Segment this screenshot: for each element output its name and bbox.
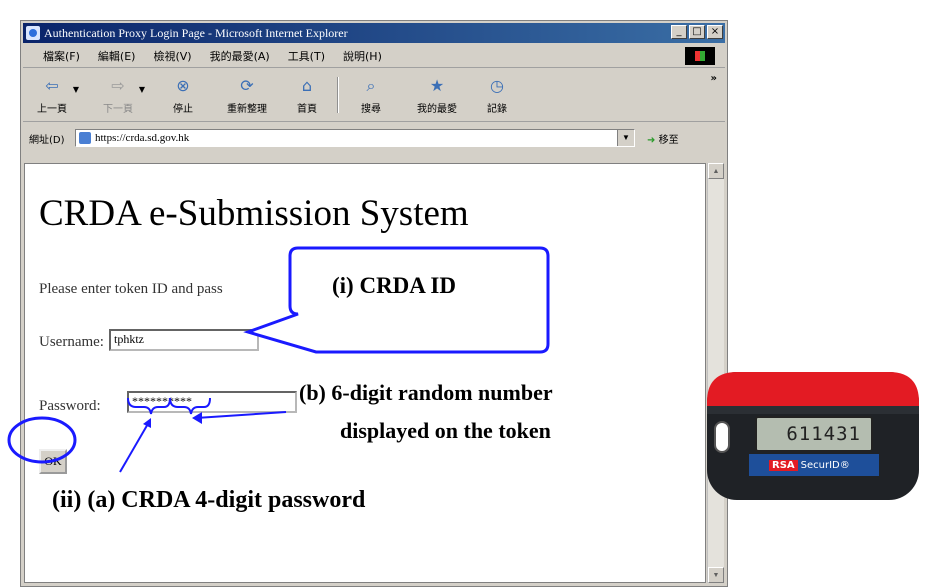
home-icon: ⌂ [301, 76, 313, 95]
page-title: CRDA e-Submission System [39, 193, 469, 234]
token-brand: RSA SecurID® [769, 460, 850, 471]
instruction-text: Please enter token ID and pass [39, 281, 223, 297]
forward-label: 下一頁 [103, 104, 133, 115]
back-button[interactable]: ⇦ 上一頁 ▼ [37, 75, 79, 115]
toolbar-separator [337, 77, 339, 113]
close-button[interactable]: × [707, 25, 723, 39]
title-bar: Authentication Proxy Login Page - Micros… [23, 23, 725, 43]
menu-view[interactable]: 檢視(V) [153, 48, 191, 64]
back-arrow-icon: ⇦ [45, 76, 59, 95]
search-icon: ⌕ [366, 76, 376, 95]
page-content: CRDA e-Submission System Please enter to… [24, 163, 706, 583]
scroll-down-icon[interactable]: ▼ [708, 567, 724, 583]
minimize-button[interactable]: _ [671, 25, 687, 39]
favorites-button[interactable]: ★ 我的最愛 [417, 75, 457, 115]
token-number-annotation-line2: displayed on the token [340, 418, 551, 443]
back-dropdown-icon[interactable]: ▼ [73, 85, 79, 94]
crda-password-annotation: (ii) (a) CRDA 4-digit password [52, 487, 366, 513]
stop-button[interactable]: ⊗ 停止 [171, 75, 195, 115]
crda-id-annotation: (i) CRDA ID [332, 273, 456, 298]
window-title: Authentication Proxy Login Page - Micros… [44, 25, 348, 40]
address-dropdown-icon[interactable]: ▼ [617, 130, 634, 146]
password-label: Password: [39, 398, 101, 414]
rsa-securid-token: 611431 RSA SecurID® [703, 362, 930, 510]
refresh-icon: ⟳ [240, 76, 254, 95]
menu-edit[interactable]: 編輯(E) [98, 48, 136, 64]
history-button[interactable]: ◷ 記錄 [485, 75, 509, 115]
token-display: 611431 [755, 416, 873, 452]
ie-icon [26, 26, 40, 40]
home-label: 首頁 [297, 104, 317, 115]
stop-icon: ⊗ [176, 76, 190, 95]
search-label: 搜尋 [361, 104, 381, 115]
scroll-up-icon[interactable]: ▲ [708, 163, 724, 179]
back-label: 上一頁 [37, 104, 67, 115]
windows-logo-icon [685, 47, 715, 65]
maximize-button[interactable]: □ [689, 25, 705, 39]
history-label: 記錄 [487, 104, 507, 115]
favorites-icon: ★ [429, 76, 445, 95]
menu-tools[interactable]: 工具(T) [288, 48, 325, 64]
refresh-button[interactable]: ⟳ 重新整理 [227, 75, 267, 115]
ok-button[interactable]: OK [39, 449, 67, 474]
forward-arrow-icon: ⇨ [111, 76, 125, 95]
home-button[interactable]: ⌂ 首頁 [295, 75, 319, 115]
menu-favorites[interactable]: 我的最愛(A) [210, 48, 270, 64]
forward-button[interactable]: ⇨ 下一頁 ▼ [103, 75, 145, 115]
menu-bar: 檔案(F) 編輯(E) 檢視(V) 我的最愛(A) 工具(T) 說明(H) [23, 45, 725, 68]
go-label: 移至 [658, 134, 679, 146]
search-button[interactable]: ⌕ 搜尋 [359, 75, 383, 115]
favorites-label: 我的最愛 [417, 104, 457, 115]
toolbar: ⇦ 上一頁 ▼ ⇨ 下一頁 ▼ ⊗ 停止 ⟳ 重新整理 ⌂ 首頁 ⌕ 搜尋 ★ … [23, 69, 725, 122]
history-icon: ◷ [490, 76, 504, 95]
token-brand-rsa: RSA [769, 460, 798, 471]
username-label: Username: [39, 334, 104, 350]
menu-file[interactable]: 檔案(F) [43, 48, 80, 64]
stop-label: 停止 [173, 104, 193, 115]
address-input[interactable]: https://crda.sd.gov.hk ▼ [75, 129, 635, 147]
menu-help[interactable]: 說明(H) [343, 48, 382, 64]
username-input[interactable]: tphktz [109, 329, 259, 351]
address-label: 網址(D) [29, 134, 65, 146]
toolbar-overflow-chevron-icon[interactable]: » [711, 73, 717, 84]
token-brand-product: SecurID® [800, 460, 850, 471]
window-controls: _ □ × [671, 25, 723, 39]
token-number-annotation-line1: (b) 6-digit random number [299, 380, 553, 405]
refresh-label: 重新整理 [227, 104, 267, 115]
password-input[interactable]: ********** [127, 391, 297, 413]
go-button[interactable]: ➜ 移至 [647, 131, 679, 146]
page-icon [79, 132, 91, 144]
address-url: https://crda.sd.gov.hk [95, 132, 190, 144]
go-arrow-icon: ➜ [647, 134, 656, 146]
address-bar: 網址(D) https://crda.sd.gov.hk ▼ ➜ 移至 [23, 125, 725, 151]
forward-dropdown-icon[interactable]: ▼ [139, 85, 145, 94]
